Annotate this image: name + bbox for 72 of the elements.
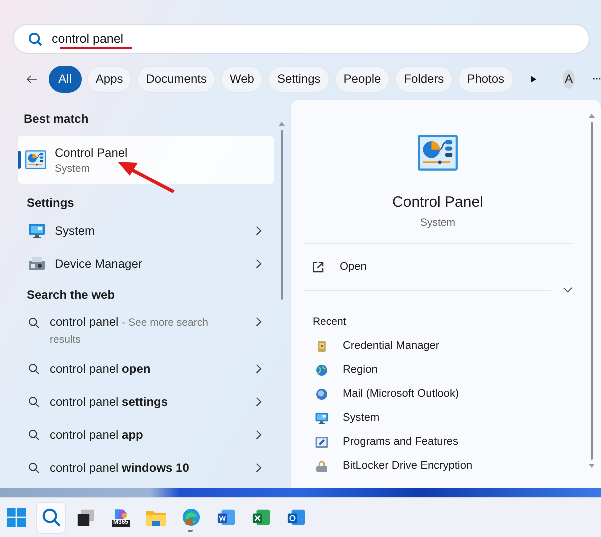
search-icon (28, 362, 40, 374)
account-avatar[interactable]: A (563, 70, 575, 88)
drive-lock-icon (314, 460, 329, 472)
web-search-result[interactable]: control panel open (18, 352, 274, 385)
result-subtitle: System (55, 162, 92, 174)
search-icon (28, 317, 40, 329)
excel-app-icon (252, 508, 270, 527)
section-heading: Settings (26, 195, 76, 212)
chevron-icon (255, 462, 262, 472)
annotation-arrow (116, 160, 176, 194)
word-app-icon (216, 508, 236, 527)
chevron-icon (255, 317, 262, 327)
search-icon (28, 396, 40, 408)
settings-result[interactable]: Device Manager (18, 247, 274, 280)
search-icon (28, 32, 43, 46)
search-icon (28, 428, 40, 440)
settings-result[interactable]: System (18, 214, 274, 247)
search-input[interactable]: control panel (52, 32, 352, 46)
app-subtitle: System (419, 217, 456, 229)
web-search-result[interactable]: control panel - See more search results (18, 306, 274, 352)
chevron-icon (255, 364, 262, 374)
result-title: Control Panel (55, 146, 128, 160)
chevron-icon (255, 258, 262, 268)
recent-item[interactable]: Programs and Features (302, 430, 573, 454)
recent-item[interactable]: BitLocker Drive Encryption (302, 454, 573, 478)
recent-item[interactable]: Mail (Microsoft Outlook) (302, 382, 573, 406)
web-search-result[interactable]: control panel windows 10 (18, 451, 274, 484)
section-heading: Recent (312, 316, 348, 330)
chevron-icon (255, 226, 262, 236)
open-external-icon (312, 262, 324, 272)
web-search-result[interactable]: control panel app (18, 418, 274, 451)
devices-icon (28, 256, 46, 272)
play-icon[interactable] (530, 74, 536, 84)
task-view-icon (77, 508, 95, 526)
selection-indicator (18, 151, 21, 169)
filter-tab[interactable]: Apps (86, 66, 132, 92)
filter-tab[interactable]: People (334, 66, 390, 92)
scroll-up-icon[interactable] (589, 114, 595, 118)
scroll-down-icon[interactable] (589, 464, 595, 468)
chevron-icon (255, 396, 262, 406)
running-indicator (188, 530, 193, 532)
section-heading: Best match (23, 111, 90, 128)
chevron-icon (255, 430, 262, 440)
recent-item[interactable]: System (302, 406, 573, 430)
section-heading: Search the web (26, 287, 116, 304)
programs-icon (314, 436, 329, 448)
control-panel-icon (416, 132, 459, 174)
filter-tab[interactable]: Documents (137, 66, 216, 92)
control-panel-icon (25, 149, 47, 171)
edge-app-icon (182, 508, 200, 527)
search-icon (42, 508, 60, 527)
folder-icon (146, 508, 166, 526)
outlook-app-icon (286, 508, 306, 527)
filter-tab[interactable]: Web (220, 66, 264, 92)
filter-tab[interactable]: All (48, 66, 82, 92)
app-title: Control Panel (392, 194, 484, 211)
filter-tab[interactable]: Folders (395, 66, 454, 92)
web-search-result[interactable]: control panel settings (18, 385, 274, 418)
filter-tab[interactable]: Settings (268, 66, 330, 92)
recent-item[interactable]: Region (302, 358, 573, 382)
monitor-icon (314, 412, 329, 424)
search-field[interactable]: control panel (14, 25, 589, 53)
chevron-down-icon[interactable] (563, 287, 573, 294)
windows-icon (6, 508, 26, 527)
open-action[interactable]: Open (302, 247, 573, 287)
filter-tab[interactable]: Photos (458, 66, 514, 92)
more-icon[interactable] (592, 77, 601, 81)
best-match-item[interactable]: Control Panel System (18, 136, 274, 184)
monitor-icon (28, 222, 46, 238)
annotation-underline (60, 47, 132, 49)
search-icon (28, 462, 40, 474)
recent-item[interactable]: Credential Manager (302, 334, 573, 358)
